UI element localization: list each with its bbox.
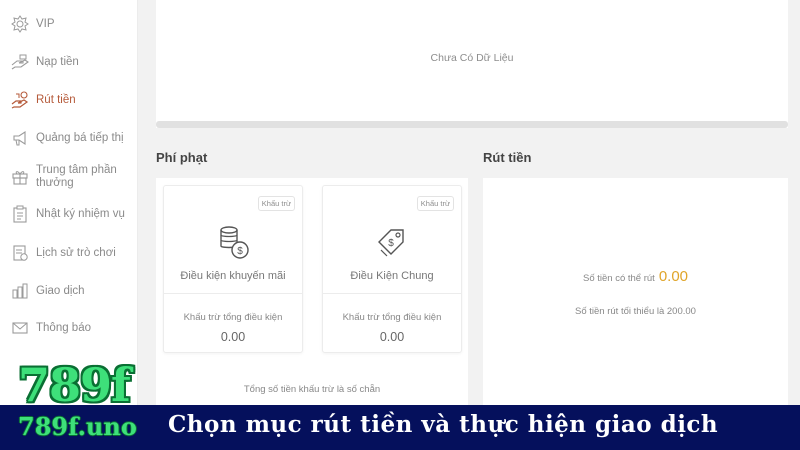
card-amount: 0.00 [220, 330, 246, 344]
history-icon [10, 243, 30, 263]
withdraw-title: Rút tiền [483, 150, 532, 165]
card-sub-label: Khấu trừ tổng điều kiện [183, 312, 283, 323]
transaction-icon [10, 281, 30, 301]
sidebar-item-label: Giao dịch [36, 284, 85, 297]
vip-gear-icon [10, 14, 30, 34]
deposit-hand-icon [10, 52, 30, 72]
sidebar-item-label: Nạp tiền [36, 55, 79, 68]
promo-condition-card: Khấu trừ $ Điều kiện khuyến mãi Khấu trừ… [163, 185, 303, 353]
sidebar-item-label: Thông báo [36, 321, 91, 334]
general-condition-card: Khấu trừ $ Điều Kiện Chung Khấu trừ tổng… [322, 185, 462, 353]
coins-icon: $ [216, 224, 250, 260]
available-amount-row: Số tiền có thể rút 0.00 [483, 268, 788, 285]
sidebar-item-label: Trung tâm phần thưởng [36, 164, 117, 189]
card-title: Điều Kiện Chung [350, 270, 434, 282]
card-divider [323, 293, 461, 294]
sidebar-item-transactions[interactable]: Giao dịch [0, 281, 138, 301]
sidebar-item-marketing[interactable]: Quảng bá tiếp thị [0, 128, 138, 148]
minimum-withdraw-text: Số tiền rút tối thiểu là 200.00 [575, 306, 696, 317]
card-sub-label: Khấu trừ tổng điều kiện [342, 312, 442, 323]
penalty-total-text: Tổng số tiền khấu trừ là số chẵn [243, 384, 381, 395]
sidebar-item-label: Quảng bá tiếp thị [36, 131, 124, 144]
empty-state-text: Chưa Có Dữ Liệu [430, 52, 514, 64]
sidebar-item-notifications[interactable]: Thông báo [0, 318, 138, 338]
deduction-badge: Khấu trừ [416, 196, 454, 211]
sidebar-item-rewards[interactable]: Trung tâm phần thưởng [0, 164, 138, 190]
gift-icon [10, 167, 30, 187]
withdraw-hand-icon [10, 90, 30, 110]
records-panel: Chưa Có Dữ Liệu [156, 0, 788, 128]
sidebar-item-game-history[interactable]: Lịch sử trò chơi [0, 243, 138, 263]
available-value: 0.00 [658, 268, 689, 285]
deduction-badge: Khấu trừ [257, 196, 295, 211]
sidebar-item-label: Lịch sử trò chơi [36, 246, 116, 259]
megaphone-icon [10, 128, 30, 148]
card-amount: 0.00 [379, 330, 405, 344]
card-divider [164, 293, 302, 294]
price-tag-icon: $ [375, 224, 409, 260]
sidebar-item-deposit[interactable]: Nạp tiền [0, 52, 138, 72]
sidebar-item-label: VIP [36, 17, 55, 30]
brand-domain: 789f.uno [18, 412, 137, 441]
brand-logo: 789f [18, 358, 131, 412]
svg-text:$: $ [237, 246, 243, 257]
penalty-panel: Khấu trừ $ Điều kiện khuyến mãi Khấu trừ… [156, 178, 468, 406]
card-title: Điều kiện khuyến mãi [180, 270, 286, 282]
withdraw-panel: Số tiền có thể rút 0.00 Số tiền rút tối t… [483, 178, 788, 406]
sidebar-item-label: Rút tiền [36, 93, 76, 106]
sidebar-item-vip[interactable]: VIP [0, 14, 138, 34]
sidebar-item-task-log[interactable]: Nhật ký nhiệm vụ [0, 204, 138, 224]
penalty-title: Phí phạt [156, 150, 208, 165]
svg-text:$: $ [388, 238, 394, 249]
sidebar-item-label: Nhật ký nhiệm vụ [36, 207, 125, 220]
mail-icon [10, 318, 30, 338]
horizontal-scrollbar[interactable] [156, 121, 788, 128]
clipboard-icon [10, 204, 30, 224]
available-label: Số tiền có thể rút [582, 273, 655, 284]
sidebar-item-withdraw[interactable]: Rút tiền [0, 90, 138, 110]
banner-caption: Chọn mục rút tiền và thực hiện giao dịch [168, 411, 719, 438]
